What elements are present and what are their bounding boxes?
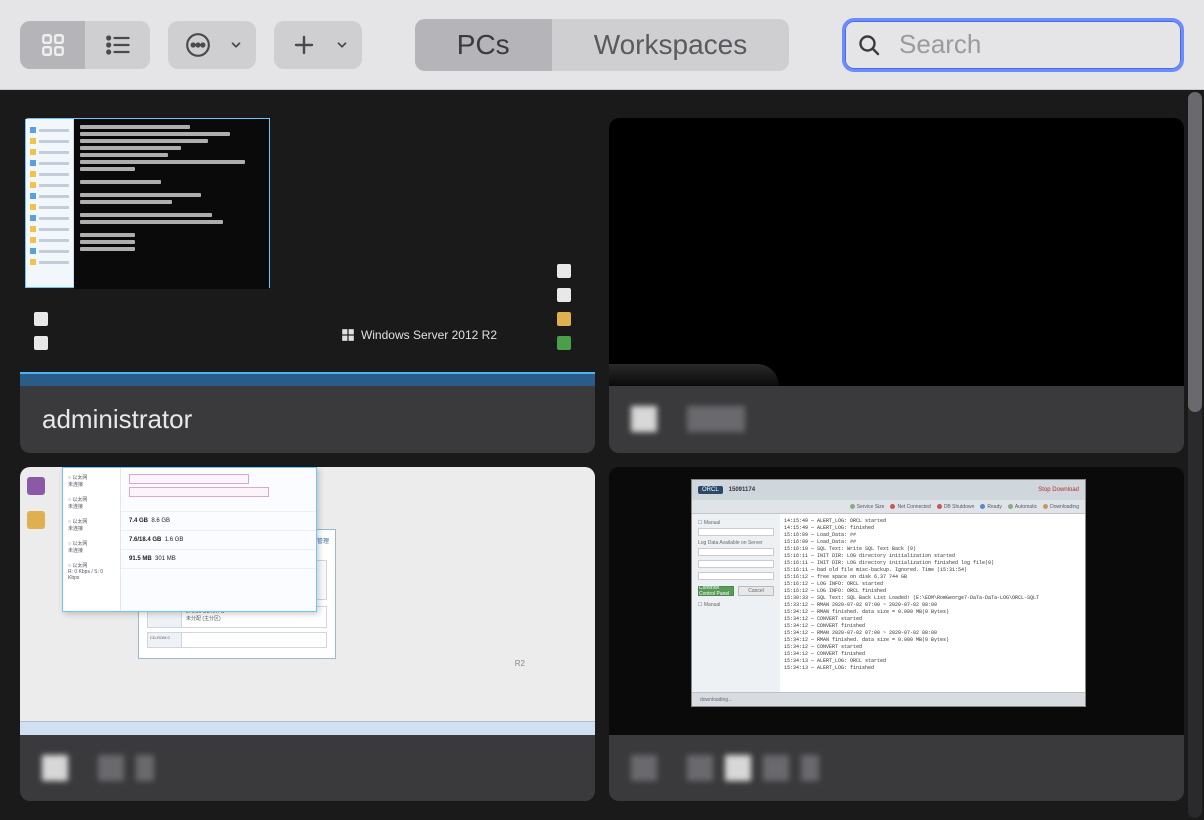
chevron-down-icon bbox=[335, 38, 349, 52]
connection-card[interactable] bbox=[609, 118, 1184, 453]
connection-thumbnail: Windows Server 2012 R2 bbox=[20, 118, 595, 386]
tab-pcs[interactable]: PCs bbox=[415, 19, 552, 71]
connection-card[interactable]: Windows Server 2012 R2 administrator bbox=[20, 118, 595, 453]
connection-label-redacted bbox=[609, 735, 1184, 801]
connection-thumbnail: 磁盘管理 276.06 GB NTFS未分配 (主分区) CD-ROM 0 bbox=[20, 467, 595, 735]
view-mode-group bbox=[20, 21, 150, 69]
scrollbar-thumb[interactable] bbox=[1188, 92, 1202, 412]
connection-thumbnail bbox=[609, 118, 1184, 386]
toolbar: PCs Workspaces bbox=[0, 0, 1204, 90]
thumbnail-os-brand: Windows Server 2012 R2 bbox=[361, 328, 497, 342]
plus-icon bbox=[292, 33, 316, 57]
list-icon bbox=[104, 31, 132, 59]
add-button[interactable] bbox=[280, 21, 328, 69]
search-field-wrapper[interactable] bbox=[842, 18, 1184, 72]
connection-label: administrator bbox=[20, 386, 595, 453]
connection-label-redacted bbox=[20, 735, 595, 801]
search-input[interactable] bbox=[899, 29, 1204, 60]
ellipsis-circle-icon bbox=[185, 32, 211, 58]
grid-icon bbox=[40, 32, 66, 58]
connection-label-redacted bbox=[609, 386, 1184, 452]
list-view-button[interactable] bbox=[85, 21, 150, 69]
more-menu-group bbox=[168, 21, 256, 69]
search-icon bbox=[857, 33, 881, 57]
tab-workspaces[interactable]: Workspaces bbox=[552, 19, 790, 71]
scrollbar[interactable] bbox=[1188, 92, 1202, 818]
more-dropdown-button[interactable] bbox=[222, 21, 250, 69]
connections-grid: Windows Server 2012 R2 administrator bbox=[20, 118, 1184, 801]
connection-thumbnail: ORCL 15091174 Stop Download Service Size… bbox=[609, 467, 1184, 735]
add-dropdown-button[interactable] bbox=[328, 21, 356, 69]
add-menu-group bbox=[274, 21, 362, 69]
connection-card[interactable]: 磁盘管理 276.06 GB NTFS未分配 (主分区) CD-ROM 0 bbox=[20, 467, 595, 801]
grid-view-button[interactable] bbox=[20, 21, 85, 69]
connection-card[interactable]: ORCL 15091174 Stop Download Service Size… bbox=[609, 467, 1184, 801]
connections-grid-container: Windows Server 2012 R2 administrator bbox=[0, 90, 1204, 820]
section-segmented-control: PCs Workspaces bbox=[415, 19, 789, 71]
more-button[interactable] bbox=[174, 21, 222, 69]
chevron-down-icon bbox=[229, 38, 243, 52]
